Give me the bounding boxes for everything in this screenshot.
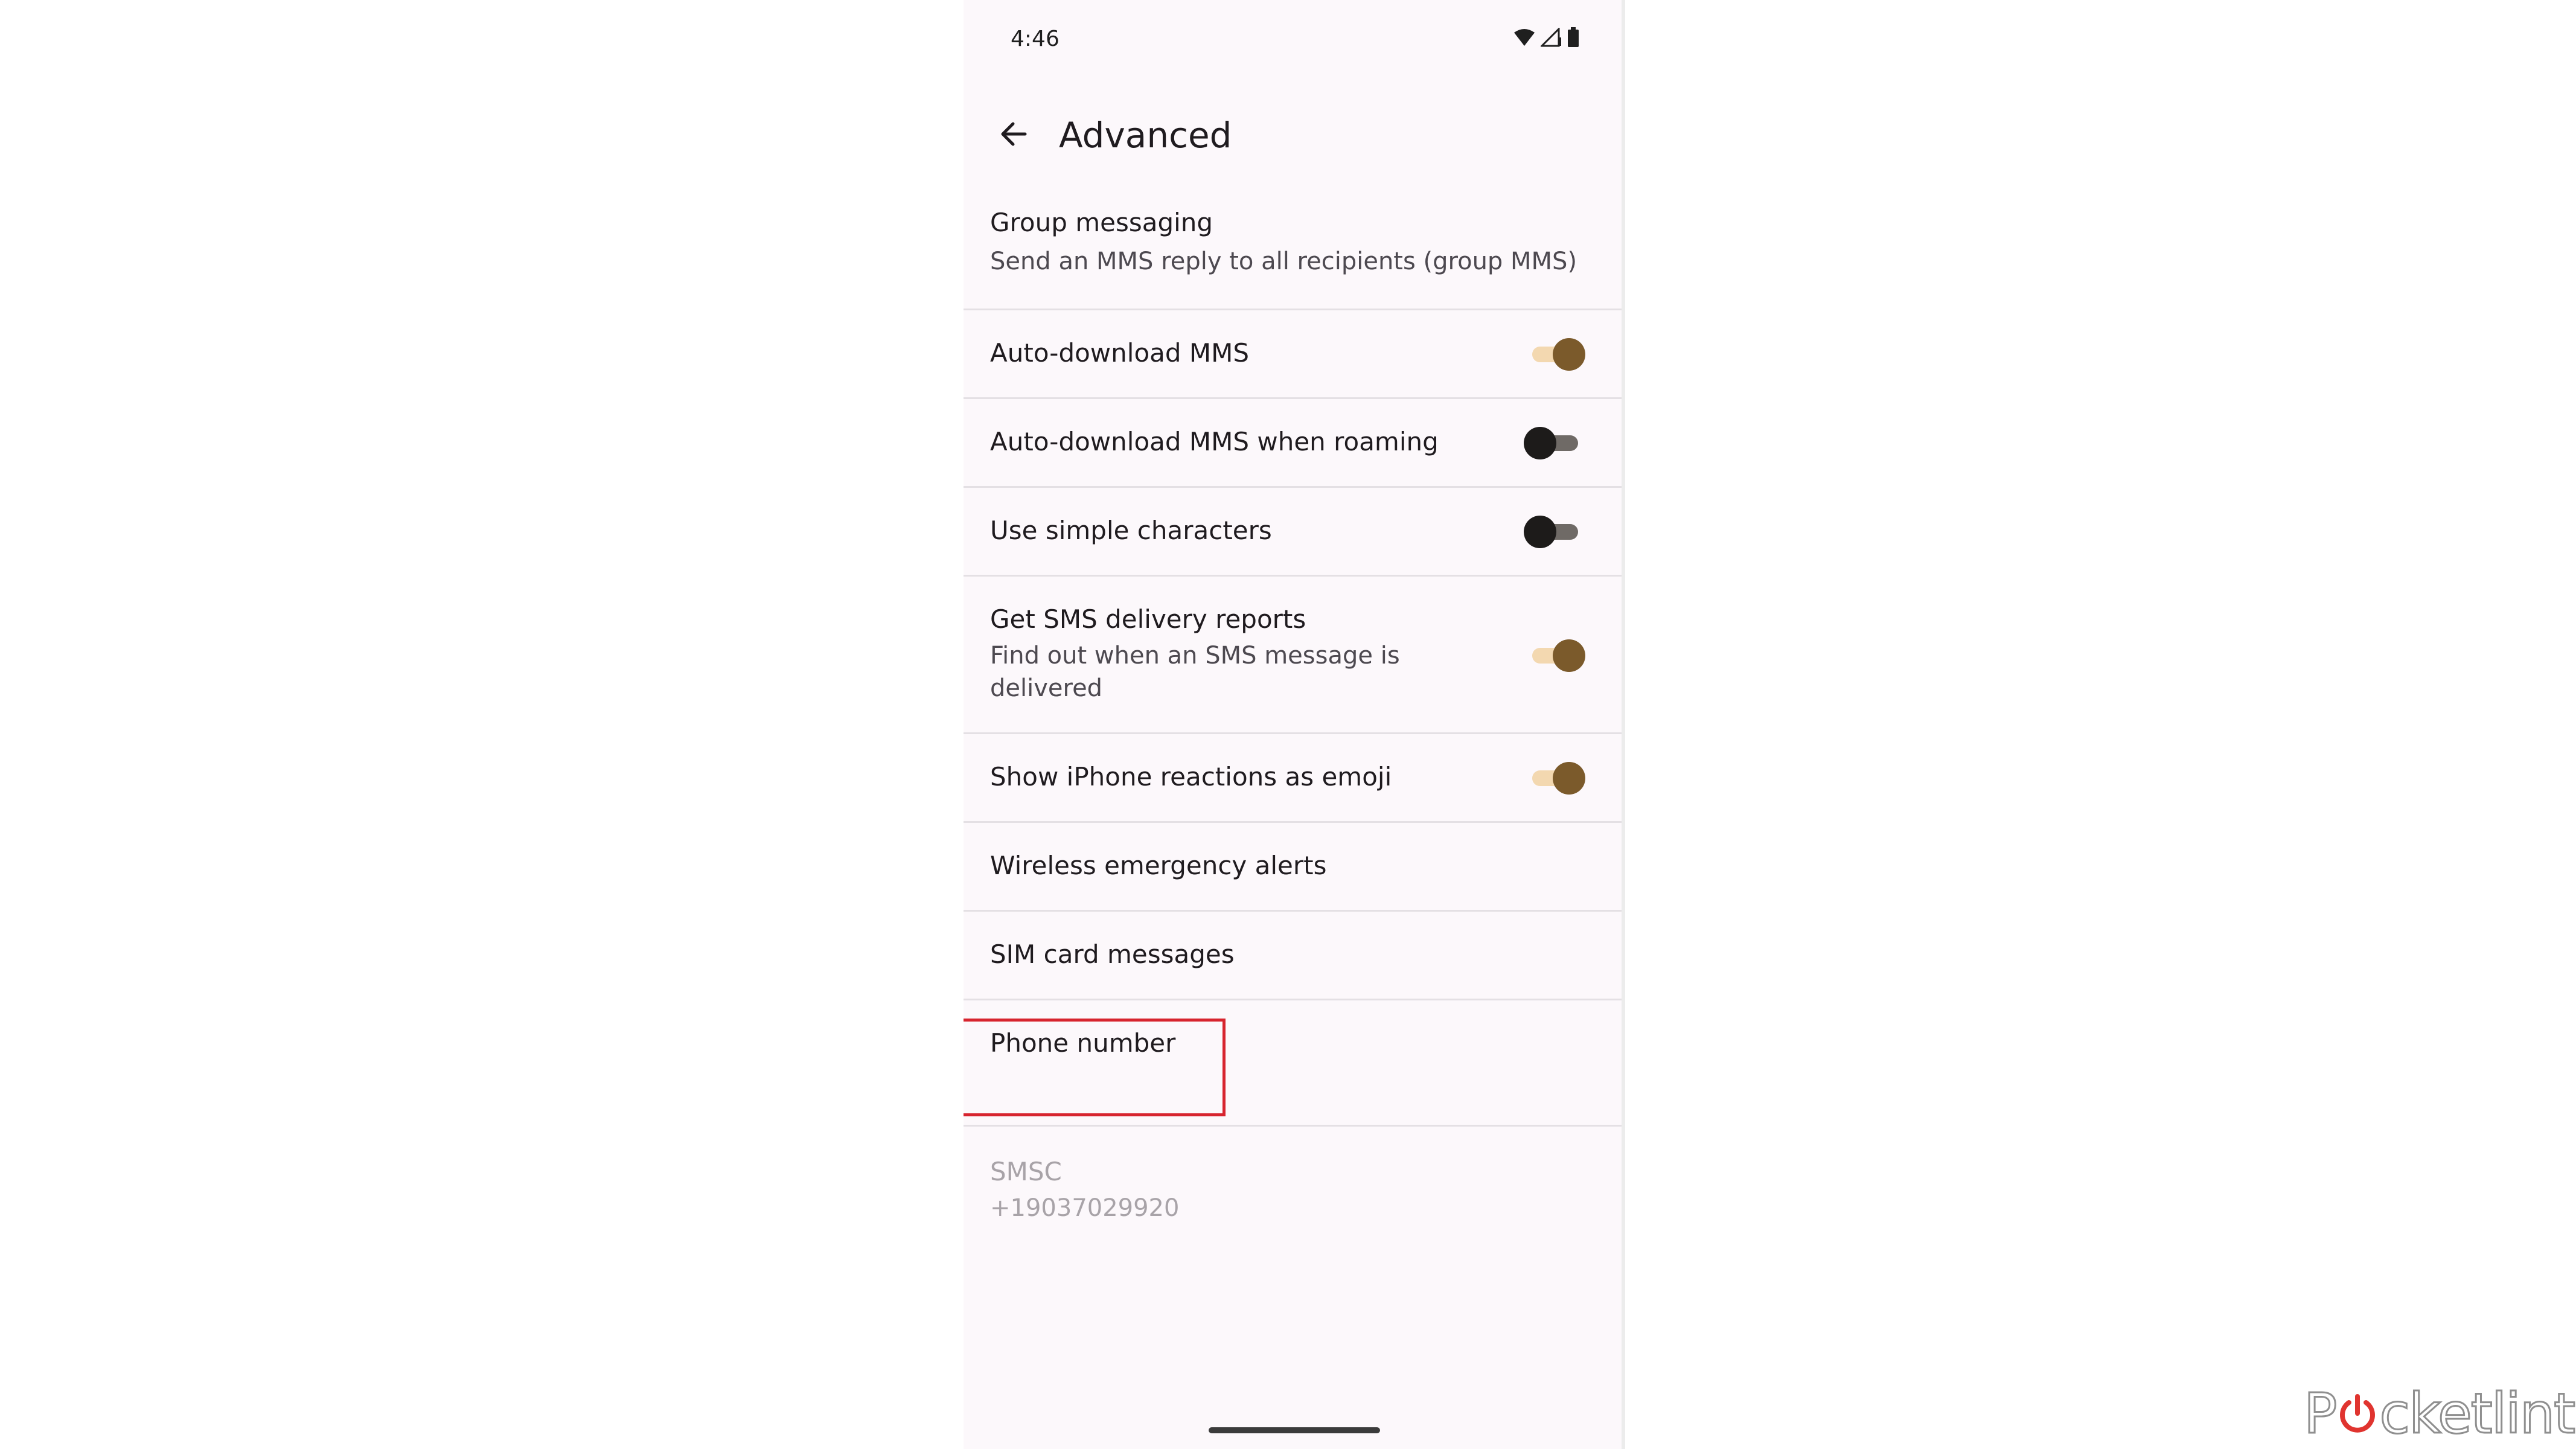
- iphone-reactions-switch[interactable]: [1524, 758, 1587, 797]
- watermark-text-start: P: [2303, 1380, 2338, 1447]
- status-time: 4:46: [1011, 27, 1059, 51]
- switch-thumb: [1524, 516, 1556, 548]
- auto-download-mms-switch[interactable]: [1524, 334, 1587, 373]
- screenshot-canvas: 4:46 Advanced Group messaging Send an MM…: [0, 0, 2576, 1449]
- setting-title: Get SMS delivery reports: [990, 604, 1306, 634]
- setting-subtitle: Send an MMS reply to all recipients (gro…: [990, 248, 1577, 275]
- setting-title: Use simple characters: [990, 516, 1272, 545]
- sms-delivery-reports-switch[interactable]: [1524, 636, 1587, 674]
- settings-list: Group messaging Send an MMS reply to all…: [964, 187, 1622, 1247]
- use-simple-characters-switch[interactable]: [1524, 512, 1587, 551]
- page-title: Advanced: [1059, 115, 1232, 156]
- setting-title: SMSC: [990, 1157, 1062, 1186]
- back-button[interactable]: [986, 109, 1040, 162]
- setting-auto-download-mms[interactable]: Auto-download MMS: [964, 310, 1622, 399]
- setting-sim-card-messages[interactable]: SIM card messages: [964, 912, 1622, 1000]
- power-icon: [2337, 1393, 2378, 1434]
- setting-subtitle: Find out when an SMS message is delivere…: [990, 642, 1400, 702]
- wifi-icon: [1513, 28, 1536, 50]
- switch-thumb: [1553, 762, 1585, 795]
- watermark-text-end: cketlint: [2379, 1380, 2576, 1447]
- setting-auto-download-mms-roaming[interactable]: Auto-download MMS when roaming: [964, 399, 1622, 488]
- setting-title: SIM card messages: [990, 939, 1235, 969]
- phone-edge: [1622, 0, 1625, 1449]
- switch-thumb: [1553, 639, 1585, 672]
- switch-thumb: [1524, 427, 1556, 459]
- cell-signal-icon: [1539, 27, 1562, 50]
- phone-screen: 4:46 Advanced Group messaging Send an MM…: [964, 0, 1622, 1449]
- setting-title: Auto-download MMS: [990, 338, 1250, 368]
- switch-thumb: [1553, 338, 1585, 371]
- setting-iphone-reactions[interactable]: Show iPhone reactions as emoji: [964, 734, 1622, 823]
- setting-title: Auto-download MMS when roaming: [990, 427, 1439, 456]
- setting-title: Wireless emergency alerts: [990, 851, 1327, 880]
- watermark: P cketlint: [2303, 1380, 2576, 1447]
- status-icons: [1513, 27, 1579, 51]
- setting-subtitle: +19037029920: [990, 1194, 1180, 1222]
- setting-smsc: SMSC +19037029920: [964, 1127, 1622, 1247]
- app-bar: Advanced: [964, 97, 1622, 169]
- setting-use-simple-characters[interactable]: Use simple characters: [964, 488, 1622, 577]
- home-indicator[interactable]: [1209, 1427, 1380, 1433]
- setting-sms-delivery-reports[interactable]: Get SMS delivery reports Find out when a…: [964, 577, 1622, 734]
- setting-wireless-emergency-alerts[interactable]: Wireless emergency alerts: [964, 823, 1622, 912]
- setting-title: Show iPhone reactions as emoji: [990, 762, 1392, 792]
- setting-phone-number[interactable]: Phone number: [964, 1000, 1622, 1127]
- auto-download-mms-roaming-switch[interactable]: [1524, 423, 1587, 462]
- status-bar: 4:46: [964, 0, 1622, 78]
- arrow-back-icon: [997, 118, 1029, 152]
- setting-group-messaging[interactable]: Group messaging Send an MMS reply to all…: [964, 187, 1622, 310]
- setting-title: Phone number: [990, 1028, 1176, 1058]
- setting-title: Group messaging: [990, 208, 1213, 237]
- battery-icon: [1567, 27, 1579, 50]
